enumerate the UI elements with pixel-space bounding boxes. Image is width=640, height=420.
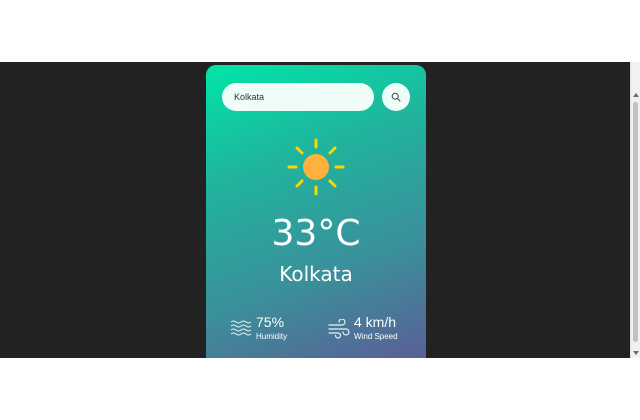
wind-speed-value: 4 km/h (354, 314, 397, 330)
city-search-input[interactable] (222, 83, 374, 111)
wind-stat: 4 km/h Wind Speed (328, 311, 418, 347)
search-button[interactable] (382, 83, 410, 111)
search-icon (391, 92, 401, 102)
vertical-scrollbar[interactable] (630, 62, 640, 358)
wind-speed-label: Wind Speed (354, 332, 398, 341)
temperature: 33°C (271, 213, 361, 254)
scroll-thumb[interactable] (633, 102, 638, 342)
wind-icon (328, 319, 350, 339)
humidity-stat: 75% Humidity (230, 311, 320, 347)
humidity-waves-icon (230, 320, 252, 336)
humidity-value: 75% (256, 314, 285, 330)
page-top-area (0, 0, 640, 62)
weather-card: 33°C Kolkata 75% Humidity (206, 65, 426, 358)
page-bottom-area (0, 358, 640, 420)
sun-icon (287, 138, 345, 196)
humidity-label: Humidity (256, 332, 288, 341)
browser-viewport: 33°C Kolkata 75% Humidity (0, 62, 640, 358)
scroll-down-arrow-icon[interactable] (633, 351, 639, 355)
scroll-up-arrow-icon[interactable] (633, 93, 639, 97)
city-name: Kolkata (279, 262, 353, 286)
